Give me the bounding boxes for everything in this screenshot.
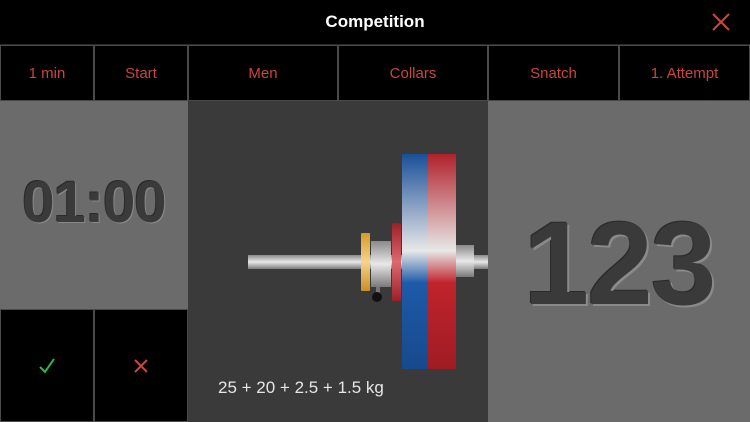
collars-button[interactable]: Collars bbox=[338, 45, 488, 101]
start-button[interactable]: Start bbox=[94, 45, 188, 101]
header-bar: Competition bbox=[0, 0, 750, 45]
collar-knob bbox=[372, 292, 382, 302]
weight-panel[interactable]: 123 bbox=[488, 101, 750, 422]
category-button[interactable]: Men bbox=[188, 45, 338, 101]
lift-button[interactable]: Snatch bbox=[488, 45, 619, 101]
attempt-button[interactable]: 1. Attempt bbox=[619, 45, 750, 101]
plates-breakdown: 25 + 20 + 2.5 + 1.5 kg bbox=[218, 378, 384, 397]
plate-1-5kg bbox=[361, 233, 370, 291]
check-icon bbox=[39, 357, 55, 374]
plate-20kg bbox=[402, 154, 428, 369]
barbell-illustration bbox=[248, 154, 488, 369]
sleeve-end bbox=[456, 245, 474, 277]
cross-icon bbox=[134, 358, 148, 373]
collar bbox=[371, 241, 391, 287]
barbell-panel: 25 + 20 + 2.5 + 1.5 kg bbox=[188, 101, 488, 422]
plate-25kg bbox=[428, 154, 456, 369]
timer-display: 01:00 bbox=[22, 170, 166, 235]
good-lift-button[interactable] bbox=[0, 309, 94, 422]
close-icon[interactable] bbox=[710, 11, 732, 33]
no-lift-button[interactable] bbox=[94, 309, 188, 422]
attempt-weight-display: 123 bbox=[523, 198, 717, 330]
page-title: Competition bbox=[325, 12, 425, 31]
timer-panel[interactable]: 01:00 bbox=[0, 101, 188, 309]
timer-duration-button[interactable]: 1 min bbox=[0, 45, 94, 101]
plate-2-5kg bbox=[392, 223, 401, 301]
toolbar: 1 min Start Men Collars Snatch 1. Attemp… bbox=[0, 45, 750, 101]
